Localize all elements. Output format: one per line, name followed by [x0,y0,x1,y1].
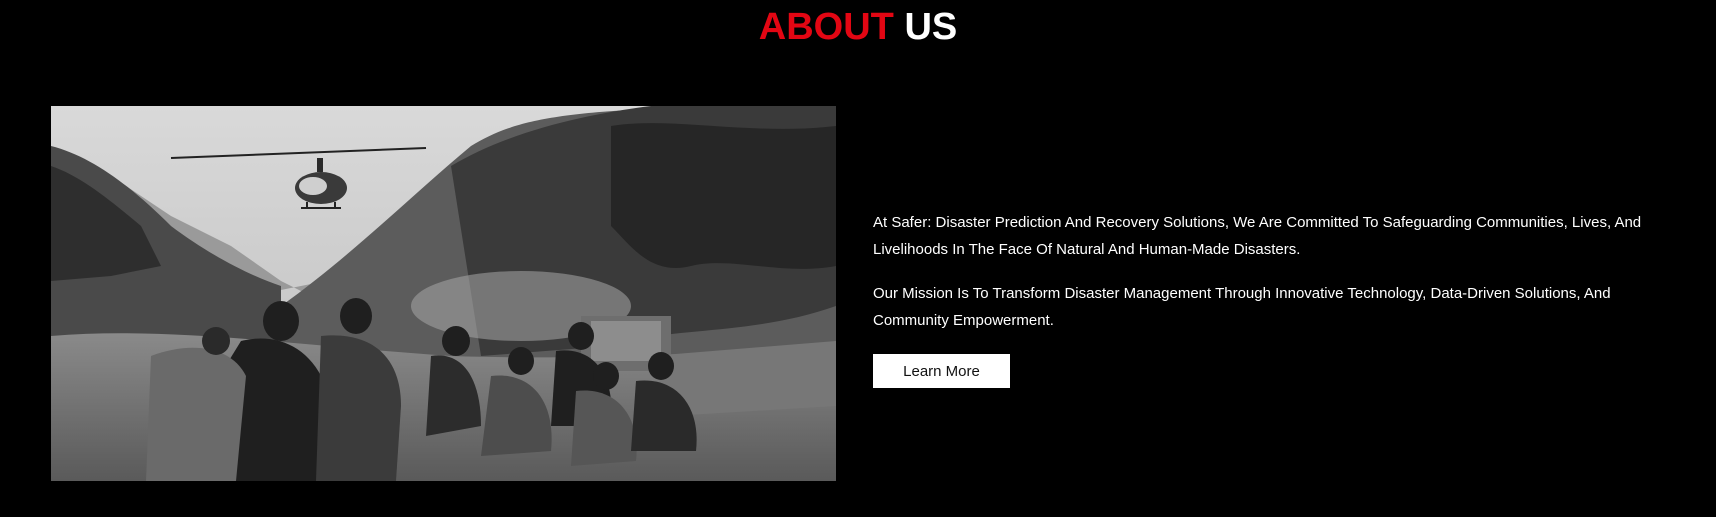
section-title: ABOUT US [0,4,1716,50]
rescue-scene-illustration [51,106,836,481]
section-title-accent: ABOUT [758,6,894,48]
section-title-rest: US [904,6,958,48]
about-paragraph-mission: Our Mission Is To Transform Disaster Man… [873,285,1611,329]
about-image [51,106,836,481]
about-text: At Safer: Disaster Prediction And Recove… [873,209,1673,351]
about-paragraph-intro: At Safer: Disaster Prediction And Recove… [873,214,1642,258]
learn-more-button[interactable]: Learn More [873,354,1010,388]
